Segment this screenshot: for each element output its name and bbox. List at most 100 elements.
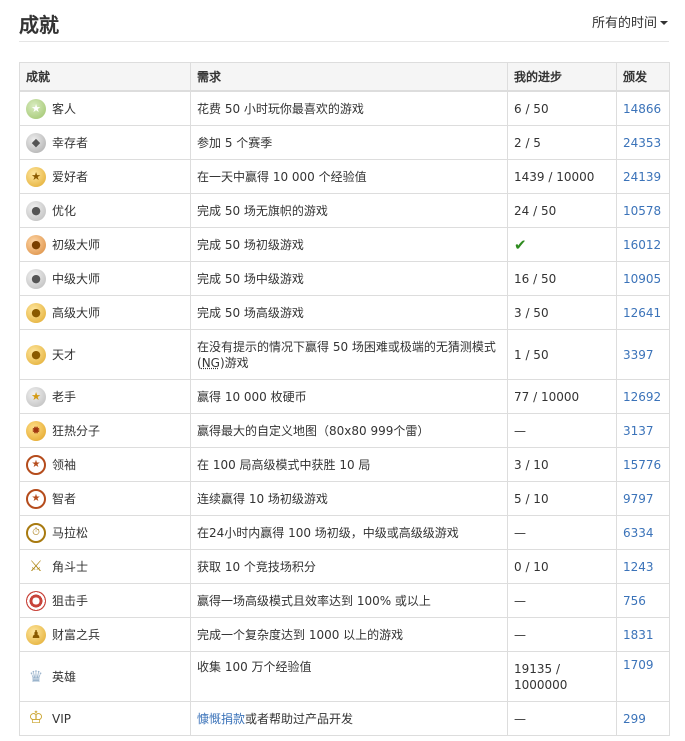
progress-cell: 3 / 10	[507, 447, 617, 482]
stopwatch-icon: ⏱	[26, 522, 46, 543]
ng-abbreviation: NG	[201, 355, 220, 370]
achievement-name: 老手	[52, 390, 77, 404]
column-header-achievement: 成就	[19, 62, 191, 92]
crown-icon: ♔	[28, 708, 44, 728]
progress-cell: 16 / 50	[507, 261, 617, 296]
achievement-cell: ♔ VIP	[19, 701, 191, 736]
achievement-name: 优化	[52, 204, 77, 218]
awarded-cell: 9797	[616, 481, 670, 516]
achievement-cell: ⏱ 马拉松	[19, 515, 191, 550]
achievement-cell: ● 优化	[19, 193, 191, 228]
achievement-cell: ★ 智者	[19, 481, 191, 516]
column-header-awarded: 颁发	[616, 62, 670, 92]
awarded-count-link[interactable]: 756	[623, 594, 646, 608]
awarded-count-link[interactable]: 9797	[623, 492, 654, 506]
time-filter-dropdown[interactable]: 所有的时间	[592, 12, 668, 31]
awarded-count-link[interactable]: 15776	[623, 458, 661, 472]
crossed-swords-icon: ⚔	[29, 557, 43, 575]
achievement-name: VIP	[52, 711, 71, 726]
requirement-cell: 在一天中赢得 10 000 个经验值	[190, 159, 508, 194]
requirement-cell: 完成 50 场中级游戏	[190, 261, 508, 296]
donate-link[interactable]: 慷慨捐款	[197, 712, 245, 726]
table-header-row: 成就 需求 我的进步 颁发	[19, 62, 670, 92]
awarded-count-link[interactable]: 1831	[623, 628, 654, 642]
requirement-cell: 慷慨捐款或者帮助过产品开发	[190, 701, 508, 736]
awarded-cell: 24139	[616, 159, 670, 194]
requirement-cell: 赢得最大的自定义地图（80x80 999个雷）	[190, 413, 508, 448]
achievement-cell: ● 高级大师	[19, 295, 191, 330]
requirement-cell: 在没有提示的情况下赢得 50 场困难或极端的无猜测模式 (NG)游戏	[190, 329, 508, 380]
survivor-medal-icon: ◆	[26, 132, 46, 153]
awarded-count-link[interactable]: 12692	[623, 390, 661, 404]
target-icon	[26, 590, 46, 611]
table-row: ♟ 财富之兵 完成一个复杂度达到 1000 以上的游戏 — 1831	[19, 617, 670, 652]
awarded-cell: 1709	[616, 651, 670, 702]
awarded-count-link[interactable]: 12641	[623, 306, 661, 320]
table-row: ◆ 幸存者 参加 5 个赛季 2 / 5 24353	[19, 125, 670, 160]
leader-badge-icon: ★	[26, 454, 46, 475]
progress-cell: —	[507, 515, 617, 550]
progress-cell: 19135 /1000000	[507, 651, 617, 702]
achievement-name: 财富之兵	[52, 628, 101, 642]
progress-cell: ✔	[507, 227, 617, 262]
awarded-count-link[interactable]: 24139	[623, 170, 661, 184]
achievement-name: 角斗士	[52, 560, 89, 574]
table-row: ★ 客人 花费 50 小时玩你最喜欢的游戏 6 / 50 14866	[19, 90, 670, 126]
achievement-name: 客人	[52, 102, 77, 116]
progress-cell: 3 / 50	[507, 295, 617, 330]
achievement-name: 高级大师	[52, 306, 101, 320]
table-row: ● 优化 完成 50 场无旗帜的游戏 24 / 50 10578	[19, 193, 670, 228]
awarded-count-link[interactable]: 16012	[623, 238, 661, 252]
awarded-count-link[interactable]: 3137	[623, 424, 654, 438]
column-header-progress: 我的进步	[507, 62, 617, 92]
progress-cell: 2 / 5	[507, 125, 617, 160]
awarded-count-link[interactable]: 299	[623, 712, 646, 726]
table-row: ● 初级大师 完成 50 场初级游戏 ✔ 16012	[19, 227, 670, 262]
awarded-count-link[interactable]: 1243	[623, 560, 654, 574]
requirement-cell: 收集 100 万个经验值	[190, 651, 508, 702]
table-row: ★ 智者 连续赢得 10 场初级游戏 5 / 10 9797	[19, 481, 670, 516]
progress-cell: 24 / 50	[507, 193, 617, 228]
achievement-cell: ♟ 财富之兵	[19, 617, 191, 652]
achievement-cell: ✹ 狂热分子	[19, 413, 191, 448]
progress-cell: —	[507, 617, 617, 652]
achievement-name: 狙击手	[52, 594, 89, 608]
checkmark-icon: ✔	[514, 235, 527, 254]
requirement-cell: 完成 50 场无旗帜的游戏	[190, 193, 508, 228]
table-row: ★ 领袖 在 100 局高级模式中获胜 10 局 3 / 10 15776	[19, 447, 670, 482]
table-row: ♔ VIP 慷慨捐款或者帮助过产品开发 — 299	[19, 701, 670, 736]
achievement-name: 爱好者	[52, 170, 89, 184]
awarded-cell: 299	[616, 701, 670, 736]
awarded-count-link[interactable]: 14866	[623, 102, 661, 116]
achievement-name: 幸存者	[52, 136, 89, 150]
table-row: ● 高级大师 完成 50 场高级游戏 3 / 50 12641	[19, 295, 670, 330]
progress-cell: 0 / 10	[507, 549, 617, 584]
awarded-count-link[interactable]: 6334	[623, 526, 654, 540]
progress-cell: —	[507, 583, 617, 618]
table-row: ⏱ 马拉松 在24小时内赢得 100 场初级，中级或高级级游戏 — 6334	[19, 515, 670, 550]
awarded-cell: 3397	[616, 329, 670, 380]
awarded-count-link[interactable]: 24353	[623, 136, 661, 150]
awarded-cell: 6334	[616, 515, 670, 550]
caret-down-icon	[660, 20, 668, 25]
requirement-cell: 完成 50 场初级游戏	[190, 227, 508, 262]
awarded-cell: 12692	[616, 379, 670, 414]
achievement-cell: ★ 领袖	[19, 447, 191, 482]
requirement-cell: 参加 5 个赛季	[190, 125, 508, 160]
awarded-count-link[interactable]: 1709	[623, 658, 654, 672]
requirement-cell: 完成一个复杂度达到 1000 以上的游戏	[190, 617, 508, 652]
awarded-count-link[interactable]: 3397	[623, 348, 654, 362]
progress-cell: 1439 / 10000	[507, 159, 617, 194]
achievement-cell: ♛ 英雄	[19, 651, 191, 702]
awarded-count-link[interactable]: 10905	[623, 272, 661, 286]
awarded-cell: 14866	[616, 90, 670, 126]
star-medal-icon: ★	[26, 98, 46, 119]
requirement-cell: 获取 10 个竞技场积分	[190, 549, 508, 584]
awarded-count-link[interactable]: 10578	[623, 204, 661, 218]
bronze-medal-icon: ●	[26, 234, 46, 255]
awarded-cell: 16012	[616, 227, 670, 262]
requirement-cell: 花费 50 小时玩你最喜欢的游戏	[190, 90, 508, 126]
wealth-medal-icon: ♟	[26, 624, 46, 645]
progress-cell: 6 / 50	[507, 90, 617, 126]
time-filter-label: 所有的时间	[591, 16, 657, 31]
